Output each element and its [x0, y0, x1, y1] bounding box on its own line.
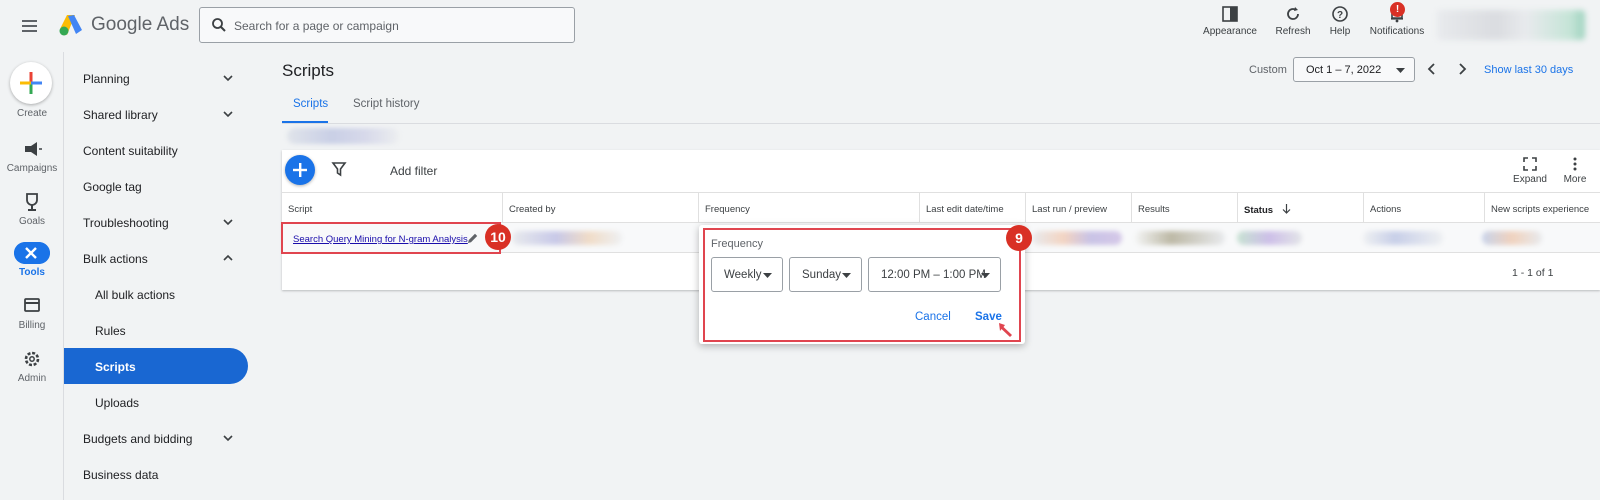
- dropdown-arrow-icon: [981, 273, 990, 278]
- nav-item-scripts[interactable]: Scripts: [64, 348, 248, 384]
- nav-item-google-tag[interactable]: Google tag: [64, 168, 249, 204]
- search-icon: [212, 18, 226, 32]
- nav-item-rules[interactable]: Rules: [64, 312, 249, 348]
- dropdown-arrow-icon: [763, 273, 772, 278]
- app-title: Google Ads: [91, 14, 190, 35]
- svg-text:?: ?: [1337, 10, 1343, 21]
- pencil-icon[interactable]: [466, 232, 479, 245]
- rail-item-goals[interactable]: Goals: [0, 191, 64, 227]
- chevron-down-icon: [223, 435, 233, 442]
- chevron-up-icon: [223, 254, 233, 261]
- appearance-button[interactable]: Appearance: [1200, 5, 1260, 37]
- step-10-badge: 10: [485, 224, 511, 250]
- chevron-down-icon: [223, 219, 233, 226]
- gear-icon: [24, 351, 40, 367]
- chevron-down-icon: [223, 75, 233, 82]
- refresh-button[interactable]: Refresh: [1268, 5, 1318, 37]
- notifications-button[interactable]: ! Notifications: [1362, 2, 1432, 37]
- rail-item-create[interactable]: Create: [0, 108, 64, 119]
- side-nav: Planning Shared library Content suitabil…: [64, 52, 249, 500]
- help-button[interactable]: ? Help: [1320, 5, 1360, 37]
- rail-item-billing[interactable]: Billing: [0, 295, 64, 331]
- dropdown-arrow-icon: [842, 273, 851, 278]
- plus-icon: [293, 163, 307, 177]
- nav-item-troubleshooting[interactable]: Troubleshooting: [64, 204, 249, 240]
- column-created-by[interactable]: Created by: [502, 193, 698, 223]
- top-bar: Google Ads Search for a page or campaign…: [0, 0, 1600, 52]
- rail-item-campaigns[interactable]: Campaigns: [0, 138, 64, 174]
- column-results[interactable]: Results: [1131, 193, 1237, 223]
- time-select[interactable]: 12:00 PM – 1:00 PM: [868, 257, 1001, 292]
- chevron-right-icon[interactable]: [1455, 62, 1469, 76]
- nav-item-shared-library[interactable]: Shared library: [64, 96, 249, 132]
- column-last-edit[interactable]: Last edit date/time: [919, 193, 1025, 223]
- page-title: Scripts: [282, 61, 334, 80]
- google-ads-logo-icon: [59, 15, 82, 36]
- card-icon: [24, 298, 40, 312]
- nav-item-all-bulk-actions[interactable]: All bulk actions: [64, 276, 249, 312]
- column-new-scripts-experience[interactable]: New scripts experience: [1484, 193, 1600, 223]
- tools-icon: [14, 242, 50, 264]
- date-range-select[interactable]: Oct 1 – 7, 2022: [1293, 57, 1415, 82]
- table-header: Script Created by Frequency Last edit da…: [282, 192, 1600, 223]
- add-filter-button[interactable]: Add filter: [390, 164, 437, 178]
- add-script-button[interactable]: [285, 155, 315, 185]
- nav-item-bulk-actions[interactable]: Bulk actions: [64, 240, 249, 276]
- tab-scripts[interactable]: Scripts: [293, 98, 328, 110]
- chevron-left-icon[interactable]: [1425, 62, 1439, 76]
- rail-item-admin[interactable]: Admin: [0, 348, 64, 384]
- redacted-account-chip: [287, 128, 399, 144]
- redacted-results: [1135, 231, 1225, 245]
- nav-item-budgets-and-bidding[interactable]: Budgets and bidding: [64, 420, 249, 456]
- day-select[interactable]: Sunday: [789, 257, 862, 292]
- column-status[interactable]: Status: [1237, 193, 1363, 223]
- notification-badge: !: [1390, 2, 1405, 17]
- search-input[interactable]: Search for a page or campaign: [199, 7, 575, 43]
- search-placeholder: Search for a page or campaign: [234, 19, 399, 33]
- redacted-last-run: [1032, 231, 1122, 245]
- menu-icon[interactable]: [18, 14, 42, 38]
- nav-item-planning[interactable]: Planning: [64, 60, 249, 96]
- cancel-button[interactable]: Cancel: [915, 311, 951, 323]
- column-frequency[interactable]: Frequency: [698, 193, 919, 223]
- dropdown-arrow-icon: [1396, 68, 1405, 73]
- tab-divider: [282, 123, 1600, 124]
- create-button[interactable]: [10, 62, 52, 104]
- rail-item-tools[interactable]: Tools: [0, 242, 64, 278]
- nav-item-uploads[interactable]: Uploads: [64, 384, 249, 420]
- filter-icon[interactable]: [331, 161, 347, 177]
- script-name-link[interactable]: Search Query Mining for N-gram Analysis: [293, 234, 468, 245]
- help-icon: ?: [1332, 6, 1348, 22]
- arrow-down-icon: [1282, 204, 1291, 214]
- frequency-select[interactable]: Weekly: [711, 257, 783, 292]
- pagination-label: 1 - 1 of 1: [1512, 267, 1554, 279]
- account-avatar[interactable]: [1437, 10, 1585, 40]
- redacted-created-by: [512, 231, 622, 245]
- show-last-30-days-link[interactable]: Show last 30 days: [1484, 64, 1573, 76]
- chevron-down-icon: [223, 111, 233, 118]
- redacted-new-experience: [1482, 231, 1542, 245]
- frequency-popup-title: Frequency: [711, 238, 763, 250]
- refresh-icon: [1287, 7, 1299, 20]
- megaphone-icon: [25, 142, 42, 156]
- nav-item-business-data[interactable]: Business data: [64, 456, 249, 492]
- more-button[interactable]: More: [1560, 157, 1590, 185]
- appearance-icon: [1222, 6, 1238, 22]
- pointer-arrow-icon: [999, 323, 1012, 337]
- redacted-status: [1237, 231, 1302, 245]
- more-vert-icon: [1573, 157, 1577, 171]
- expand-icon: [1523, 157, 1537, 171]
- plus-icon: [20, 72, 42, 94]
- trophy-icon: [26, 193, 38, 211]
- step-9-badge: 9: [1006, 225, 1032, 251]
- column-script[interactable]: Script: [282, 193, 502, 223]
- left-rail: Create Campaigns Goals Tools Billing Adm…: [0, 52, 64, 500]
- date-range-label: Custom: [1249, 64, 1287, 76]
- nav-item-content-suitability[interactable]: Content suitability: [64, 132, 249, 168]
- expand-button[interactable]: Expand: [1512, 157, 1548, 185]
- redacted-actions: [1363, 231, 1443, 245]
- column-actions[interactable]: Actions: [1363, 193, 1484, 223]
- tab-script-history[interactable]: Script history: [353, 98, 419, 110]
- column-last-run[interactable]: Last run / preview: [1025, 193, 1131, 223]
